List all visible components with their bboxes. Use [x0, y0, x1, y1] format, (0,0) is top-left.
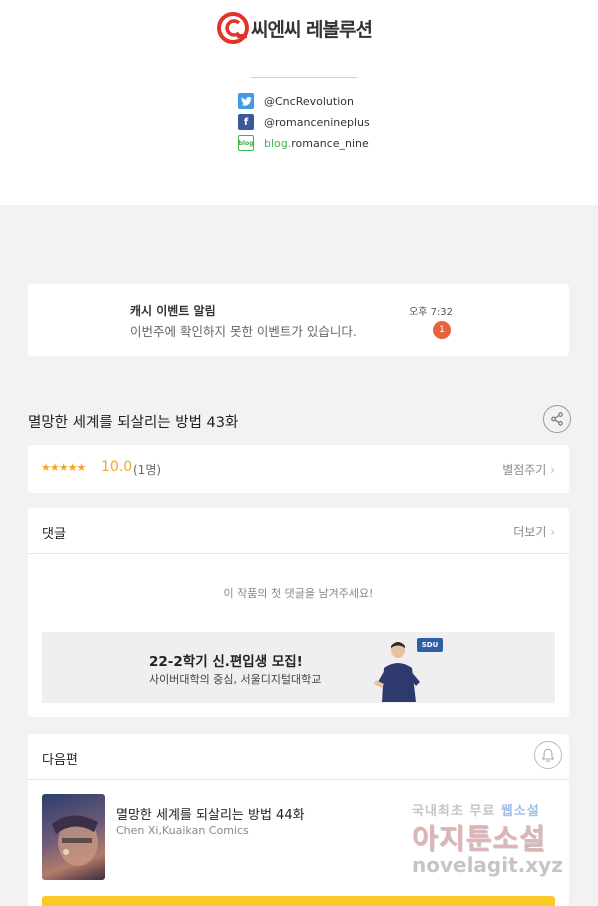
notify-button[interactable] — [534, 741, 562, 769]
rating-stars: ★★★★★ — [41, 461, 86, 474]
rating-count: (1명) — [133, 463, 162, 477]
rate-button[interactable]: 별점주기 › — [502, 461, 555, 478]
social-facebook-handle: @romancenineplus — [264, 115, 370, 129]
next-heading: 다음편 — [42, 753, 78, 768]
event-notification[interactable]: 캐시 이벤트 알림 이번주에 확인하지 못한 이벤트가 있습니다. 오후 7:3… — [28, 284, 569, 356]
comments-card: 댓글 더보기 › 이 작품의 첫 댓글을 남겨주세요! 22-2학기 신.편입생… — [28, 508, 569, 717]
blog-icon: blog — [238, 135, 254, 151]
ad-subtitle: 사이버대학의 중심, 서울디지털대학교 — [149, 673, 322, 686]
facebook-icon: f — [238, 114, 254, 130]
publisher-header: 씨엔씨 레볼루션 @CncRevolution f @romanceninepl… — [0, 0, 598, 205]
notification-time: 오후 7:32 — [409, 307, 454, 318]
bell-icon — [541, 748, 555, 762]
comments-divider — [28, 553, 569, 554]
twitter-icon — [238, 93, 254, 109]
comments-more-label: 더보기 — [513, 525, 547, 539]
social-twitter[interactable]: @CncRevolution — [238, 93, 354, 109]
social-facebook[interactable]: f @romancenineplus — [238, 114, 370, 130]
social-blog[interactable]: blog blog. romance_nine — [238, 135, 369, 151]
thumbnail-art — [52, 815, 98, 866]
ad-banner[interactable]: 22-2학기 신.편입생 모집! 사이버대학의 중심, 서울디지털대학교 SDU — [42, 632, 555, 703]
comments-heading: 댓글 — [42, 527, 66, 542]
social-blog-prefix: blog. — [264, 136, 292, 150]
next-episode-card: 다음편 멸망한 세계를 되살리는 방법 44화 Chen Xi,Kuaikan … — [28, 734, 569, 906]
chevron-right-icon: › — [550, 463, 555, 477]
rating-card: ★★★★★ 10.0 (1명) 별점주기 › — [28, 445, 569, 493]
episode-title: 멸망한 세계를 되살리는 방법 43화 — [28, 415, 239, 431]
ad-logo: SDU — [417, 638, 443, 652]
next-episode-title[interactable]: 멸망한 세계를 되살리는 방법 44화 — [116, 804, 305, 823]
comments-empty-text: 이 작품의 첫 댓글을 남겨주세요! — [223, 587, 374, 600]
brand-logo-icon — [217, 12, 249, 44]
ad-title: 22-2학기 신.편입생 모집! — [149, 654, 303, 670]
share-icon — [551, 412, 563, 426]
comments-more-button[interactable]: 더보기 › — [513, 523, 555, 540]
notification-title: 캐시 이벤트 알림 — [130, 304, 216, 318]
brand-name: 씨엔씨 레볼루션 — [251, 18, 373, 41]
next-episode-authors: Chen Xi,Kuaikan Comics — [116, 824, 249, 837]
next-episode-thumbnail[interactable] — [42, 794, 105, 880]
brand-logo: 씨엔씨 레볼루션 — [217, 12, 373, 44]
header-divider — [251, 77, 357, 78]
chevron-right-icon: › — [550, 525, 555, 539]
notification-body: 이번주에 확인하지 못한 이벤트가 있습니다. — [130, 324, 357, 339]
rating-score: 10.0 — [101, 459, 133, 475]
social-twitter-handle: @CncRevolution — [264, 94, 354, 108]
next-divider — [28, 779, 569, 780]
share-button[interactable] — [543, 405, 571, 433]
social-blog-handle: romance_nine — [291, 136, 369, 150]
notification-badge: 1 — [433, 321, 451, 339]
rate-button-label: 별점주기 — [502, 463, 547, 477]
next-episode-button[interactable] — [42, 896, 555, 906]
